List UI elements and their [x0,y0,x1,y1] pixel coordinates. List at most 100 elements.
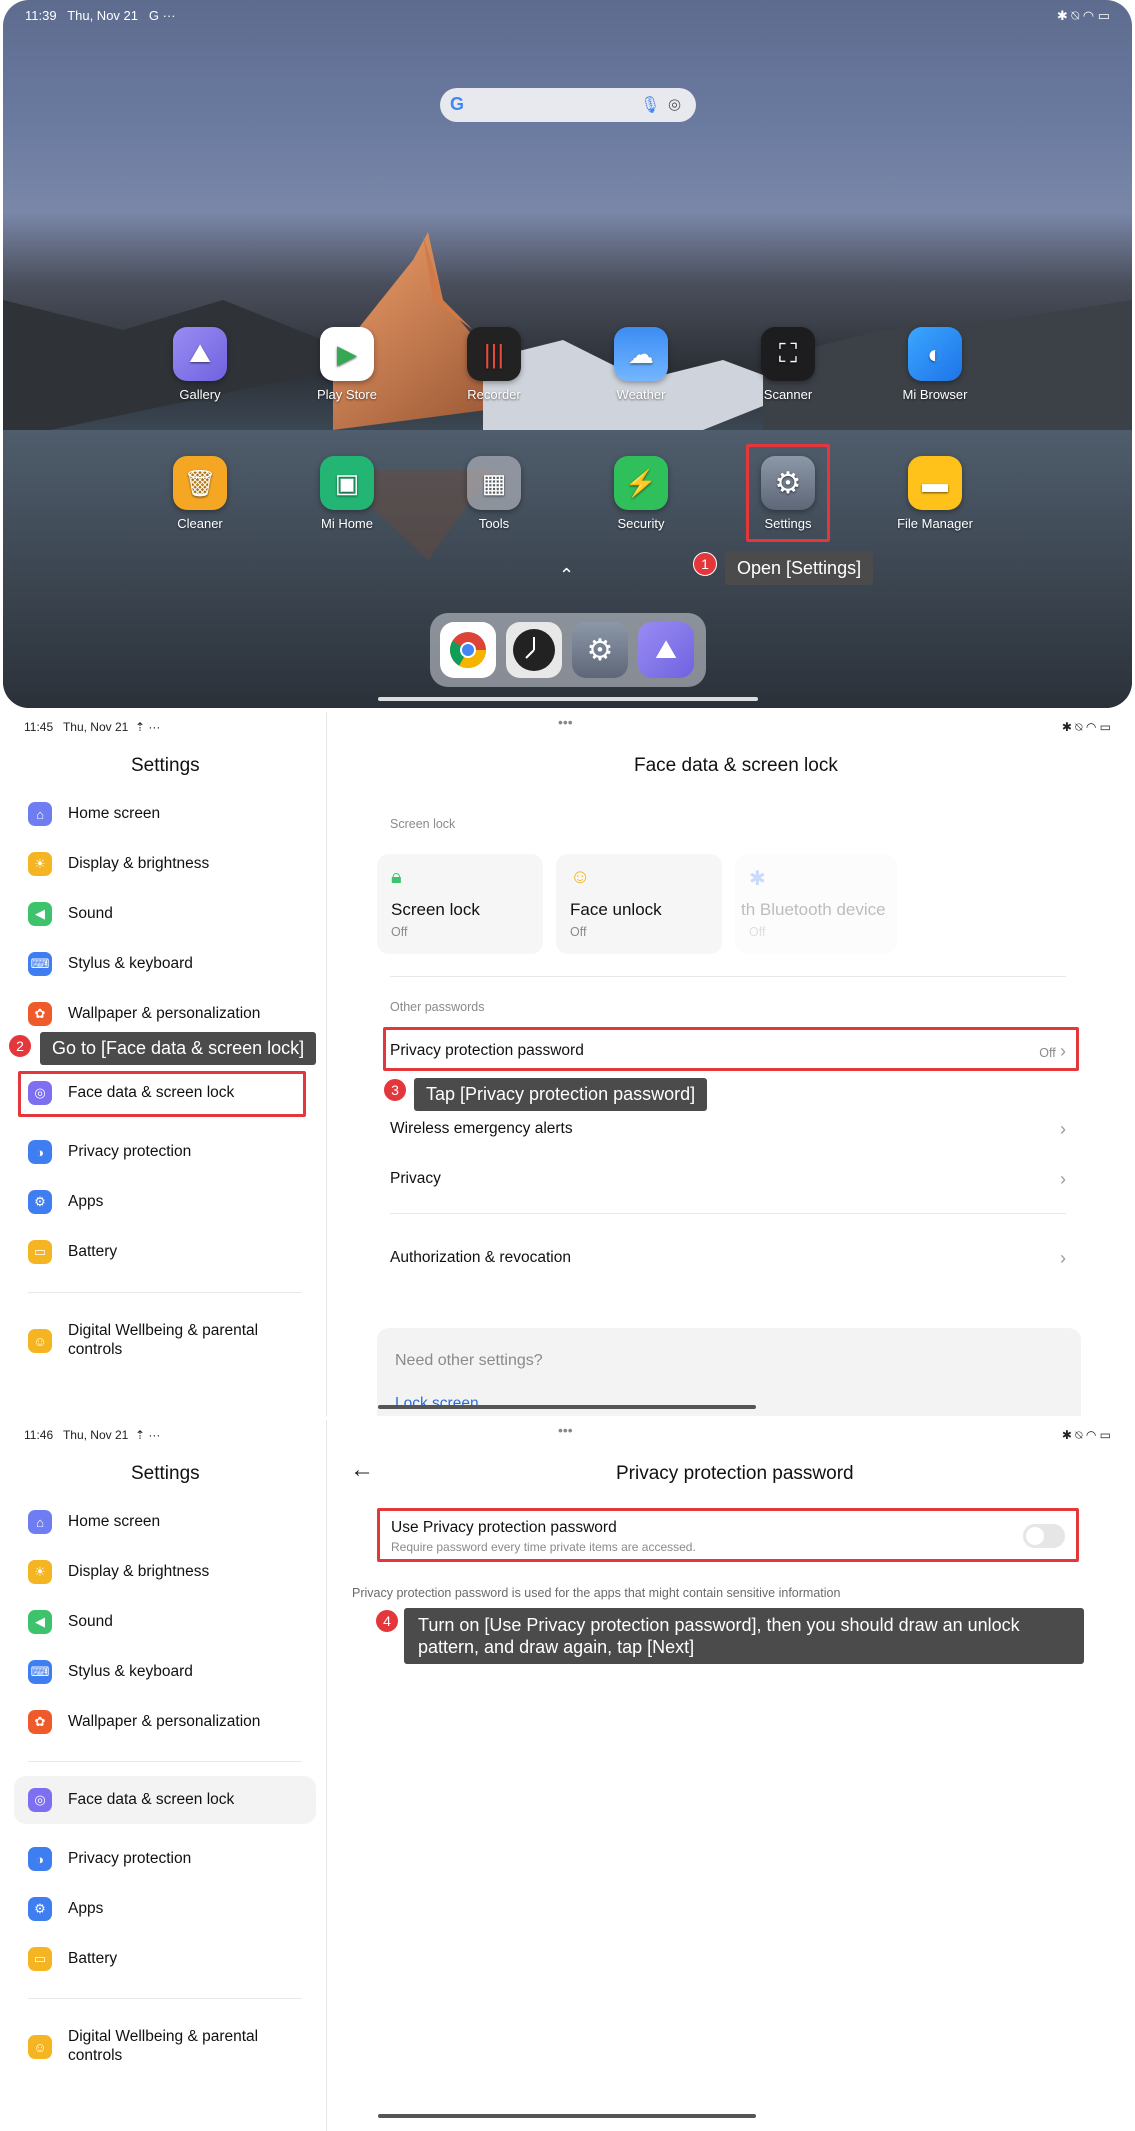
app-label: File Manager [897,516,973,531]
step-2-tooltip: Go to [Face data & screen lock] [40,1032,317,1065]
sidebar-item-privacy-protection[interactable]: ◑ Privacy protection [28,1844,191,1874]
app-recorder[interactable]: ||| Recorder [434,327,554,402]
sidebar-item-battery[interactable]: ▭ Battery [28,1944,117,1974]
app-gallery[interactable]: ⛰ Gallery [140,327,260,402]
status-time: 11:46 [24,1428,54,1442]
app-label: Mi Browser [902,387,968,402]
need-other-settings-label: Need other settings? [395,1352,543,1369]
status-date: Thu, Nov 21 [67,8,139,23]
sidebar-item-apps[interactable]: ⚙ Apps [28,1894,103,1924]
app-tools[interactable]: ▦ Tools [434,456,554,531]
section-screen-lock: Screen lock [390,817,456,831]
battery-icon: ▭ [28,1240,52,1264]
cleaner-icon: 🗑 [173,456,227,510]
gallery-icon: ⛰ [173,327,227,381]
apps-icon: ⚙ [28,1190,52,1214]
step-3-tooltip: Tap [Privacy protection password] [414,1078,708,1111]
sidebar-item-stylus[interactable]: ⌨ Stylus & keyboard [28,949,193,979]
sidebar-item-privacy-protection[interactable]: ◑ Privacy protection [28,1137,191,1167]
sidebar-item-digital-wellbeing[interactable]: ☺ Digital Wellbeing & parental controls [28,1321,278,1363]
settings-face-data-screen: 11:45 Thu, Nov 21 ⇡ ··· ••• ✱ ⍉ ◠ ▭ Sett… [0,712,1135,1416]
sidebar-item-display[interactable]: ☀ Display & brightness [28,849,209,879]
step-1-tooltip: Open [Settings] [725,551,874,585]
sidebar-item-home-screen[interactable]: ⌂ Home screen [28,799,160,829]
info-text: Privacy protection password is used for … [352,1586,841,1600]
home-indicator[interactable] [378,2114,756,2118]
card-face-unlock[interactable]: ☺ Face unlock Off [556,854,722,954]
sidebar-item-home-screen[interactable]: ⌂ Home screen [28,1507,160,1537]
tools-folder-icon: ▦ [467,456,521,510]
app-cleaner[interactable]: 🗑 Cleaner [140,456,260,531]
sun-icon: ☀ [28,852,52,876]
sidebar-item-apps[interactable]: ⚙ Apps [28,1187,103,1217]
wellbeing-icon: ☺ [28,1329,52,1353]
chevron-right-icon: › [1060,1247,1066,1268]
settings-gear-icon[interactable]: ⚙ [572,622,628,678]
chevron-up-icon[interactable]: ⌃ [559,565,574,586]
app-file-manager[interactable]: ▬ File Manager [875,456,995,531]
sidebar-item-stylus[interactable]: ⌨ Stylus & keyboard [28,1657,193,1687]
section-other-passwords: Other passwords [390,1000,485,1014]
home-icon: ⌂ [28,802,52,826]
status-icons: ✱ ⍉ ◠ ▭ [1061,720,1111,734]
divider [28,1761,302,1762]
sidebar-item-sound[interactable]: ◀ Sound [28,899,113,929]
sun-icon: ☀ [28,1560,52,1584]
multitask-dots[interactable]: ••• [558,714,573,730]
chrome-icon[interactable] [440,622,496,678]
card-screen-lock[interactable]: 🔒︎ Screen lock Off [377,854,543,954]
mi-home-icon: ▣ [320,456,374,510]
row-authorization-revocation[interactable]: Authorization & revocation › [390,1238,1066,1278]
wellbeing-icon: ☺ [28,2035,52,2059]
card-bluetooth-device[interactable]: ✱ th Bluetooth device Off [735,854,897,954]
app-mi-home[interactable]: ▣ Mi Home [287,456,407,531]
app-weather[interactable]: ☁ Weather [581,327,701,402]
home-indicator[interactable] [378,697,758,701]
step-4-tooltip: Turn on [Use Privacy protection password… [404,1608,1084,1664]
row-wireless-emergency-alerts[interactable]: Wireless emergency alerts › [390,1109,1066,1149]
status-icons: ✱ ⍉ ◠ ▭ [1061,1428,1111,1442]
step-1-badge: 1 [693,552,717,576]
app-label: Security [617,516,665,531]
app-mi-browser[interactable]: ◐ Mi Browser [875,327,995,402]
status-time: 11:45 [24,720,54,734]
sidebar-item-wallpaper[interactable]: ✿ Wallpaper & personalization [28,999,260,1029]
highlight-face-data [18,1071,306,1117]
status-date: Thu, Nov 21 [62,720,129,734]
sidebar-item-face-data[interactable]: ◎ Face data & screen lock [28,1785,234,1815]
google-search-bar[interactable]: G 🎙 ◎ [440,88,696,122]
page-title: Privacy protection password [616,1463,854,1484]
step-3-badge: 3 [383,1078,407,1102]
battery-icon: ▭ [28,1947,52,1971]
back-arrow-icon[interactable]: ← [350,1456,374,1484]
google-g-icon: G [450,94,465,114]
multitask-dots[interactable]: ••• [558,1422,573,1438]
keyboard-icon: ⌨ [28,1660,52,1684]
divider [326,712,327,1416]
gallery-icon[interactable]: ⛰ [638,622,694,678]
app-label: Weather [616,387,666,402]
app-label: Play Store [317,387,377,402]
lock-screen-link[interactable]: Lock screen [395,1395,479,1413]
sidebar-item-battery[interactable]: ▭ Battery [28,1237,117,1267]
divider [28,1292,302,1293]
wallpaper-icon: ✿ [28,1710,52,1734]
sidebar-item-sound[interactable]: ◀ Sound [28,1607,113,1637]
sidebar-item-wallpaper[interactable]: ✿ Wallpaper & personalization [28,1707,260,1737]
row-privacy[interactable]: Privacy › [390,1159,1066,1199]
clock-icon[interactable] [506,622,562,678]
app-play-store[interactable]: ▶ Play Store [287,327,407,402]
highlight-privacy-password [383,1027,1079,1071]
sidebar-item-digital-wellbeing[interactable]: ☺ Digital Wellbeing & parental controls [28,2027,278,2069]
step-2-badge: 2 [8,1034,32,1058]
settings-privacy-password-screen: 11:46 Thu, Nov 21 ⇡ ··· ••• ✱ ⍉ ◠ ▭ Sett… [0,1420,1135,2131]
lens-icon[interactable]: ◎ [668,95,681,113]
app-security[interactable]: ⚡ Security [581,456,701,531]
sidebar-item-display[interactable]: ☀ Display & brightness [28,1557,209,1587]
status-icons: ✱ ⍉ ◠ ▭ [1056,8,1110,23]
mic-icon[interactable]: 🎙 [640,95,660,115]
home-indicator[interactable] [378,1405,756,1409]
app-label: Gallery [179,387,221,402]
bluetooth-icon: ✱ [749,868,766,890]
app-scanner[interactable]: ⛶ Scanner [728,327,848,402]
